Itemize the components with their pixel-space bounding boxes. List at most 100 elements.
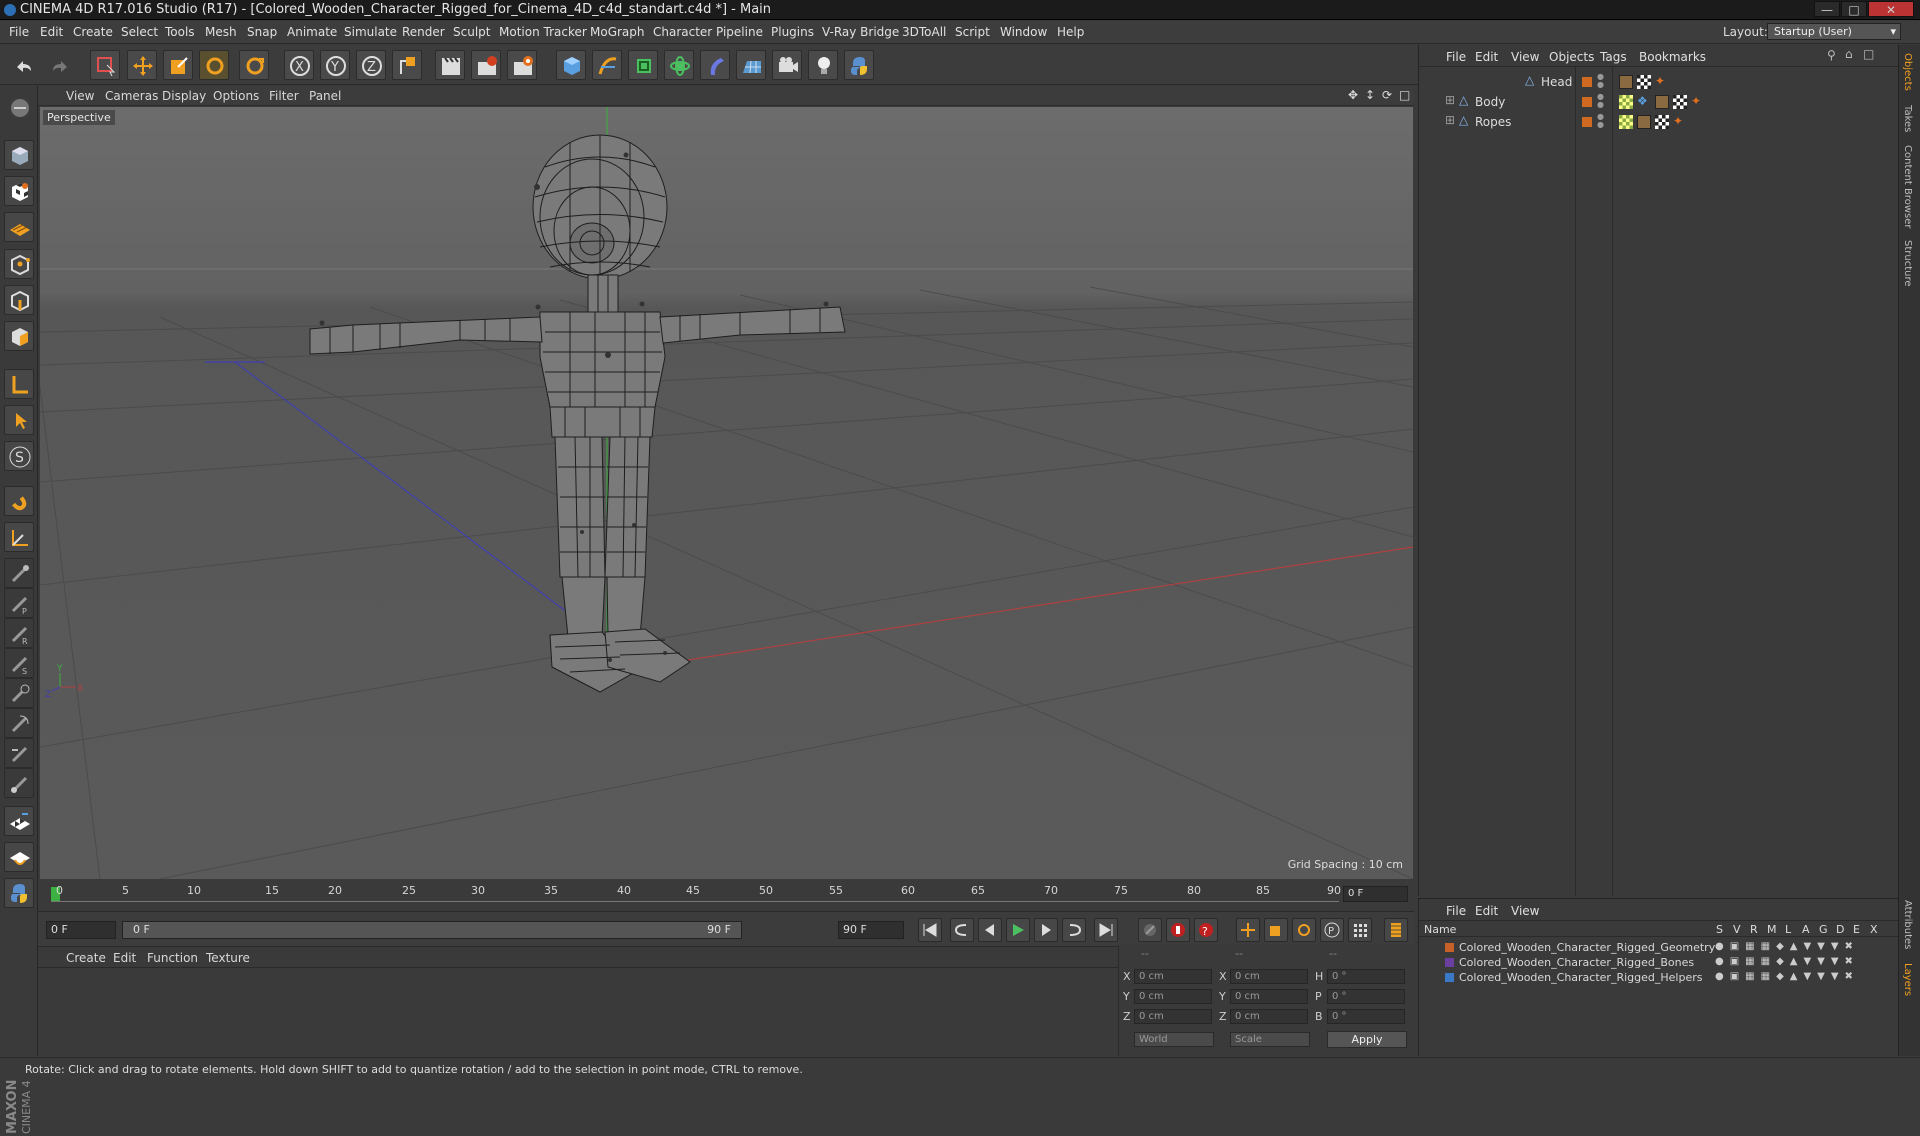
- bone-tool-7-button[interactable]: [4, 738, 34, 768]
- material-menu-edit[interactable]: Edit: [113, 951, 136, 965]
- autokey-button[interactable]: [1166, 918, 1190, 942]
- render-settings-button[interactable]: [507, 50, 537, 80]
- z-axis-lock-button[interactable]: Z: [356, 50, 386, 80]
- object-row-head[interactable]: △ Head ● ● ✦: [1419, 73, 1899, 93]
- cloner-button[interactable]: [664, 50, 694, 80]
- live-selection-button[interactable]: [90, 50, 120, 80]
- prev-key-button[interactable]: [950, 918, 974, 942]
- record-active-button[interactable]: [1138, 918, 1162, 942]
- visibility-dots[interactable]: ● ●: [1597, 93, 1604, 109]
- key-rotation-button[interactable]: [1292, 918, 1316, 942]
- menu-edit[interactable]: Edit: [40, 25, 63, 39]
- play-button[interactable]: [1006, 918, 1030, 942]
- menu-file[interactable]: File: [9, 25, 29, 39]
- menu-snap[interactable]: Snap: [247, 25, 277, 39]
- move-tool-button[interactable]: [127, 50, 157, 80]
- goto-end-button[interactable]: [1094, 918, 1118, 942]
- camera-button[interactable]: [772, 50, 802, 80]
- checker-tag-icon[interactable]: [1619, 95, 1633, 109]
- make-editable-button[interactable]: [4, 92, 34, 122]
- flag-x[interactable]: X: [1870, 923, 1878, 936]
- viewport-menu-options[interactable]: Options: [213, 89, 259, 103]
- perspective-viewport[interactable]: Y X Z Perspective Grid Spacing : 10 cm: [40, 107, 1413, 879]
- material-menu-create[interactable]: Create: [66, 951, 106, 965]
- layer-menu-edit[interactable]: Edit: [1475, 904, 1498, 918]
- bone-tool-3-button[interactable]: R: [4, 618, 34, 648]
- object-menu-bookmarks[interactable]: Bookmarks: [1639, 50, 1706, 64]
- viewport-menu-filter[interactable]: Filter: [269, 89, 299, 103]
- layer-flags-icons[interactable]: ●▣▦▦◆▲▼▼▼✖: [1715, 971, 1859, 982]
- menu-vray-bridge[interactable]: V-Ray Bridge: [822, 25, 899, 39]
- material-tag-icon[interactable]: [1655, 95, 1669, 109]
- viewport-menu-cameras[interactable]: Cameras: [105, 89, 158, 103]
- tab-content-browser[interactable]: Content Browser: [1902, 145, 1913, 228]
- layer-menu-file[interactable]: File: [1446, 904, 1466, 918]
- python-script-button[interactable]: [4, 878, 34, 908]
- layer-flags-icons[interactable]: ●▣▦▦◆▲▼▼▼✖: [1715, 956, 1859, 967]
- menu-render[interactable]: Render: [402, 25, 445, 39]
- next-frame-button[interactable]: [1034, 918, 1058, 942]
- visibility-dots[interactable]: ● ●: [1597, 73, 1604, 89]
- tab-structure[interactable]: Structure: [1902, 240, 1913, 287]
- texture-mode-button[interactable]: [4, 176, 34, 206]
- workplane-button[interactable]: [4, 212, 34, 242]
- new-view-icon[interactable]: □: [1863, 47, 1874, 61]
- material-menu-function[interactable]: Function: [147, 951, 198, 965]
- menu-3dtoall[interactable]: 3DToAll: [902, 25, 946, 39]
- subdivision-button[interactable]: [628, 50, 658, 80]
- cube-button[interactable]: [556, 50, 586, 80]
- undo-button[interactable]: [8, 50, 38, 80]
- close-button[interactable]: ✕: [1868, 1, 1914, 17]
- position-y-field[interactable]: 0 cm: [1134, 989, 1212, 1004]
- key-position-button[interactable]: [1236, 918, 1260, 942]
- end-frame-field[interactable]: 90 F: [838, 921, 904, 939]
- flag-m[interactable]: M: [1767, 923, 1777, 936]
- layout-select[interactable]: Startup (User) ▾: [1767, 23, 1901, 40]
- x-axis-lock-button[interactable]: X: [284, 50, 314, 80]
- layer-menu-view[interactable]: View: [1511, 904, 1539, 918]
- position-x-field[interactable]: 0 cm: [1134, 969, 1212, 984]
- material-menu-texture[interactable]: Texture: [206, 951, 250, 965]
- tab-layers[interactable]: Layers: [1902, 963, 1913, 996]
- object-menu-objects[interactable]: Objects: [1549, 50, 1594, 64]
- tab-objects[interactable]: Objects: [1902, 53, 1913, 91]
- menu-character[interactable]: Character: [653, 25, 712, 39]
- start-frame-field[interactable]: 0 F: [46, 921, 116, 939]
- expand-icon[interactable]: ⊞: [1445, 113, 1455, 127]
- ik-tag-icon[interactable]: ✦: [1655, 74, 1665, 88]
- menu-plugins[interactable]: Plugins: [771, 25, 814, 39]
- snap-button[interactable]: S: [4, 441, 34, 471]
- menu-select[interactable]: Select: [121, 25, 158, 39]
- deformer-button[interactable]: [700, 50, 730, 80]
- home-icon[interactable]: ⌂: [1845, 47, 1853, 61]
- tweak-mode-button[interactable]: [4, 405, 34, 435]
- flag-r[interactable]: R: [1750, 923, 1758, 936]
- range-slider[interactable]: 0 F 90 F: [122, 921, 742, 939]
- magnet-button[interactable]: [4, 486, 34, 516]
- menu-simulate[interactable]: Simulate: [344, 25, 397, 39]
- tab-takes[interactable]: Takes: [1902, 105, 1913, 132]
- render-view-button[interactable]: [435, 50, 465, 80]
- bone-tool-2-button[interactable]: P: [4, 588, 34, 618]
- visibility-dots[interactable]: ● ●: [1597, 113, 1604, 129]
- dolly-view-icon[interactable]: ↕: [1365, 88, 1375, 102]
- floor-button[interactable]: [736, 50, 766, 80]
- object-row-ropes[interactable]: ⊞ △ Ropes ● ● ✦: [1419, 113, 1899, 133]
- position-z-field[interactable]: 0 cm: [1134, 1009, 1212, 1024]
- checker-tag-icon[interactable]: [1637, 75, 1651, 89]
- edges-mode-button[interactable]: [4, 285, 34, 315]
- maximize-button[interactable]: □: [1841, 1, 1867, 17]
- paint-tool-button[interactable]: [4, 768, 34, 798]
- flag-v[interactable]: V: [1733, 923, 1741, 936]
- object-row-body[interactable]: ⊞ △ Body ● ● ❖ ✦: [1419, 93, 1899, 113]
- object-menu-edit[interactable]: Edit: [1475, 50, 1498, 64]
- render-picture-viewer-button[interactable]: [471, 50, 501, 80]
- move-view-icon[interactable]: ✥: [1348, 88, 1358, 102]
- ik-tag-icon[interactable]: ✦: [1691, 94, 1701, 108]
- joint-tool-button[interactable]: [4, 522, 34, 552]
- material-tag-icon[interactable]: [1619, 75, 1633, 89]
- bone-tool-5-button[interactable]: [4, 678, 34, 708]
- rotate-view-icon[interactable]: ⟳: [1382, 88, 1392, 102]
- menu-help[interactable]: Help: [1057, 25, 1084, 39]
- object-menu-view[interactable]: View: [1511, 50, 1539, 64]
